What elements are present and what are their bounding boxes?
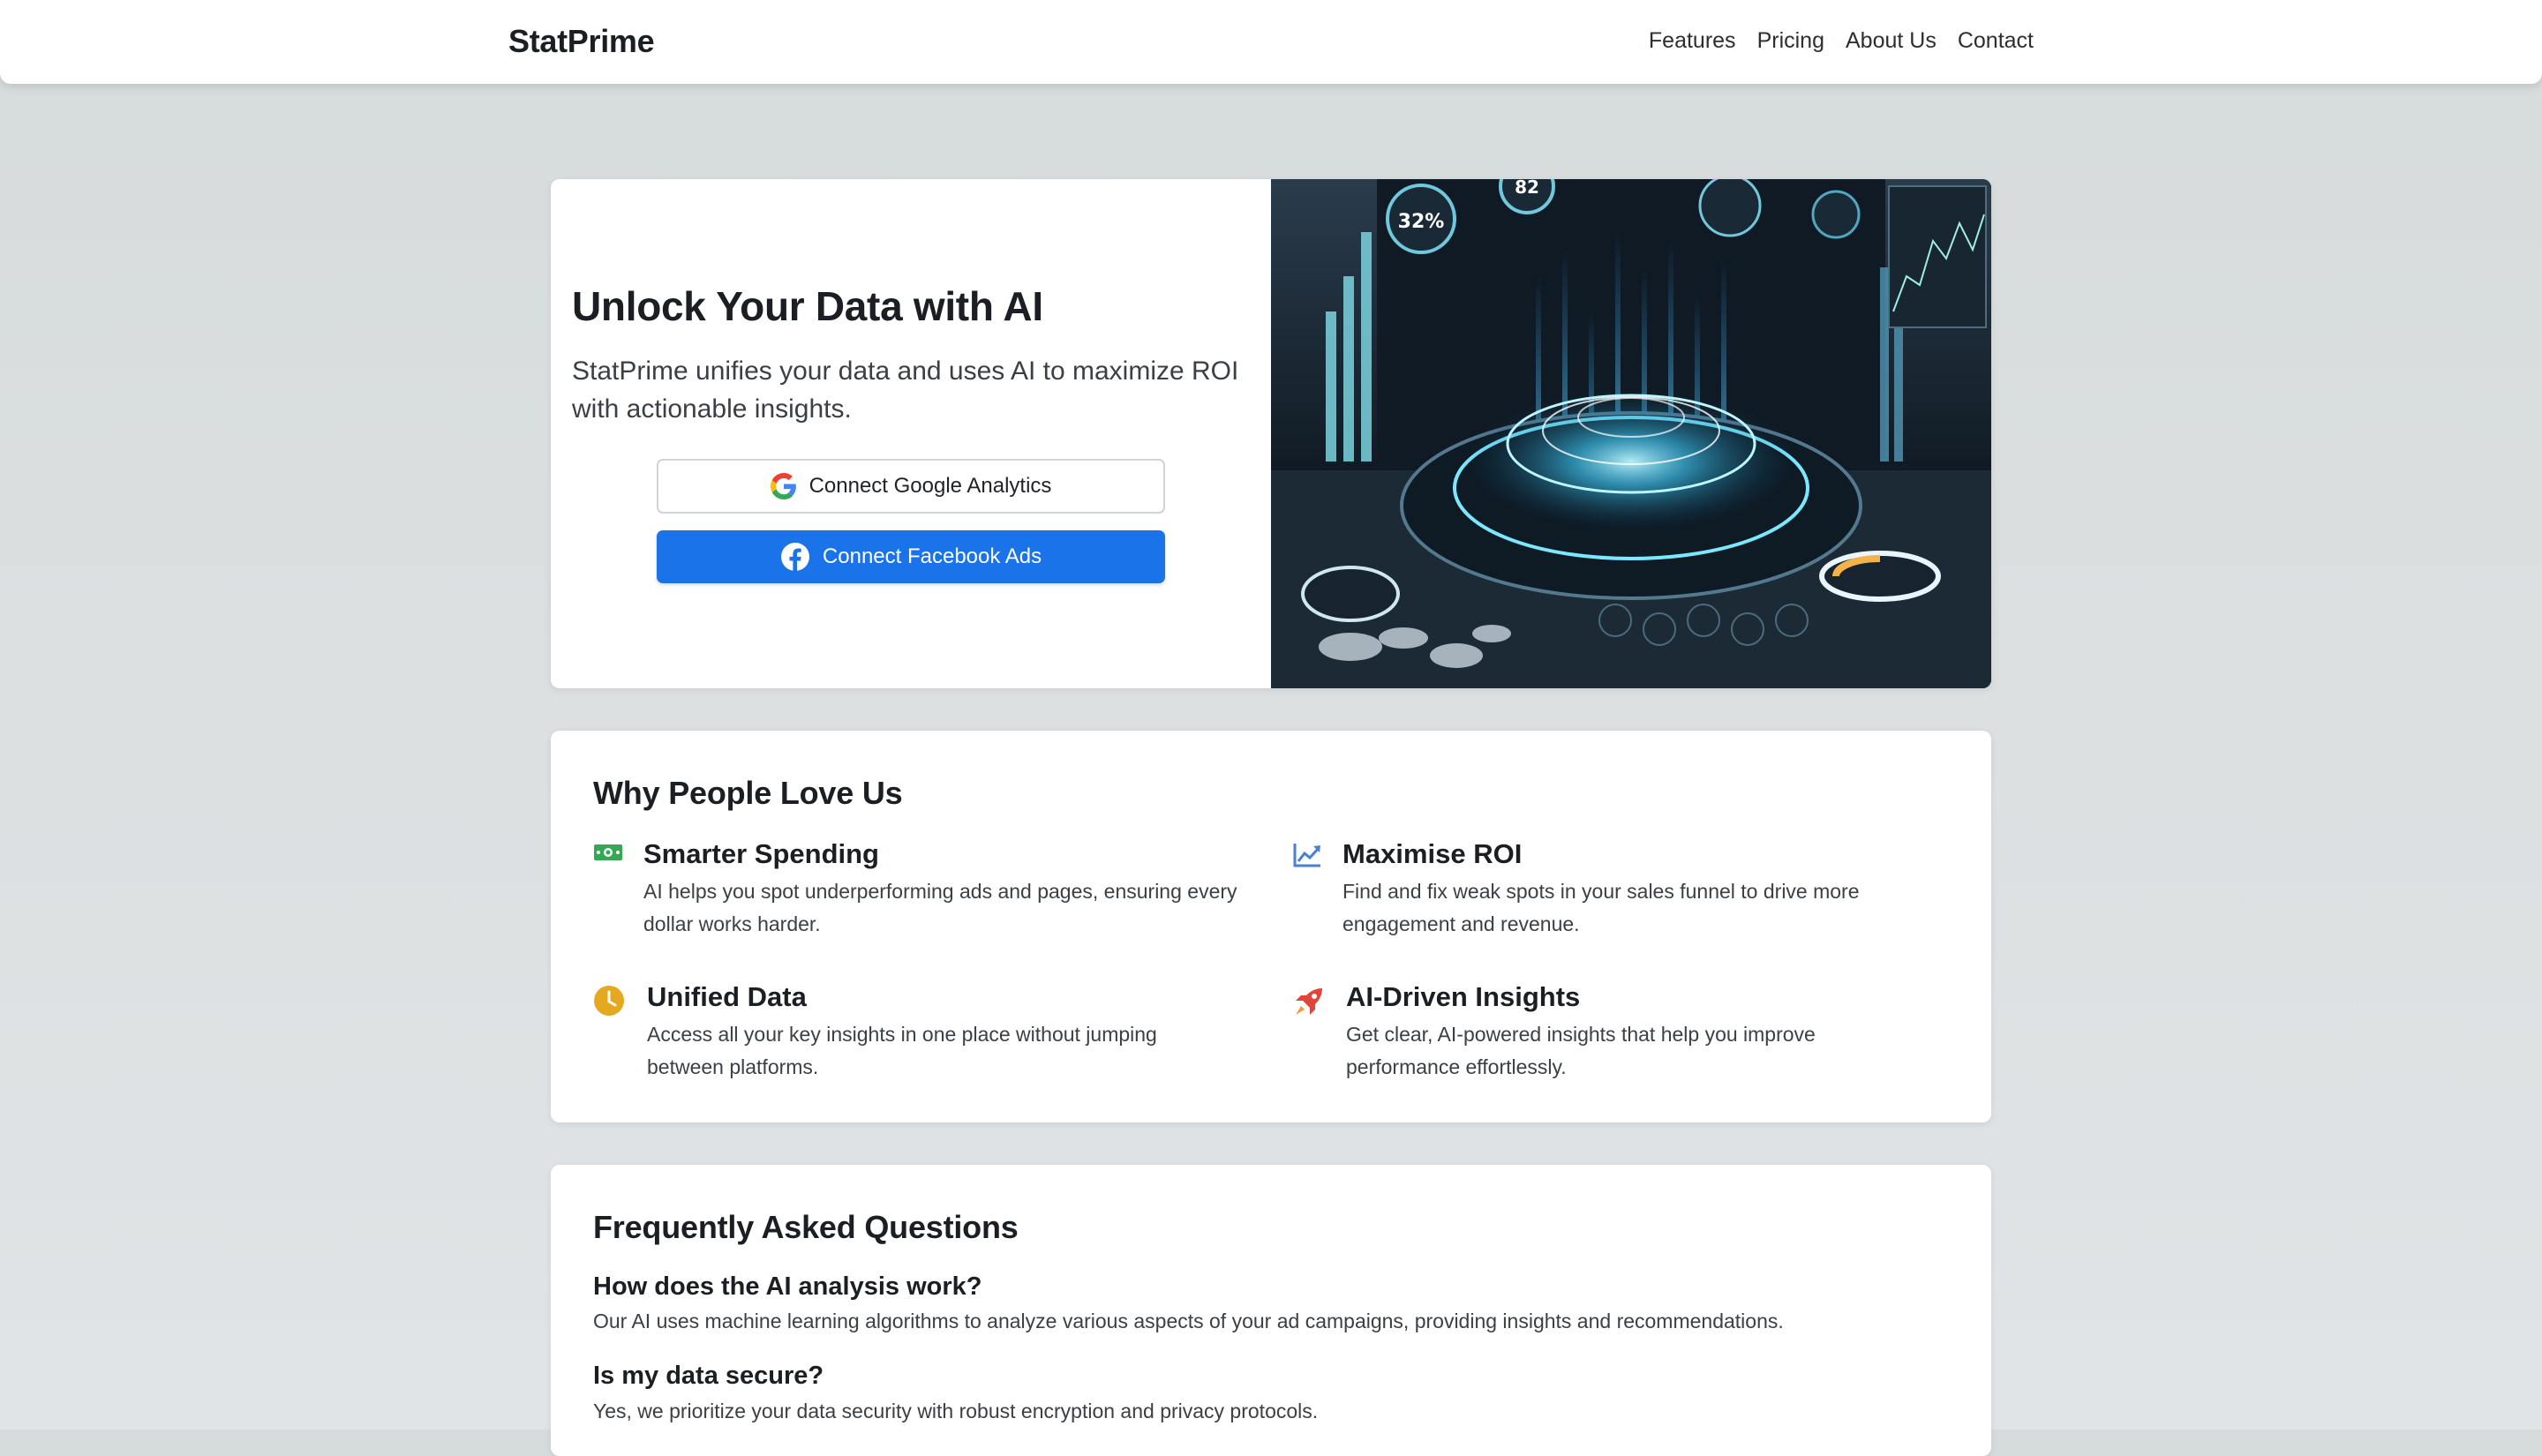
feature-description: Access all your key insights in one plac…: [647, 1023, 1157, 1078]
connect-google-analytics-button[interactable]: Connect Google Analytics: [657, 459, 1165, 514]
top-navbar: StatPrime Features Pricing About Us Cont…: [0, 0, 2542, 84]
faq-question[interactable]: How does the AI analysis work?: [593, 1272, 981, 1302]
nav-link-features[interactable]: Features: [1649, 28, 1736, 54]
google-icon: [770, 473, 797, 499]
faq-answer: Our AI uses machine learning algorithms …: [593, 1310, 1784, 1332]
faq-card: Frequently Asked Questions How does the …: [551, 1165, 1991, 1456]
features-title: Why People Love Us: [593, 775, 903, 811]
nav-link-about-us[interactable]: About Us: [1846, 28, 1937, 54]
gauge-label-2: 82: [1515, 179, 1539, 198]
rocket-icon: [1292, 985, 1326, 1023]
feature-description: AI helps you spot underperforming ads an…: [643, 880, 1237, 935]
nav-links: Features Pricing About Us Contact: [1649, 28, 2034, 54]
chart-line-icon: [1292, 842, 1322, 873]
hero-card: Unlock Your Data with AI StatPrime unifi…: [551, 179, 1991, 688]
feature-title: Unified Data: [647, 981, 807, 1012]
feature-description: Find and fix weak spots in your sales fu…: [1342, 880, 1860, 935]
faq-question[interactable]: Is my data secure?: [593, 1362, 824, 1391]
facebook-icon: [780, 542, 810, 572]
nav-link-pricing[interactable]: Pricing: [1757, 28, 1824, 54]
hero-text-panel: Unlock Your Data with AI StatPrime unifi…: [551, 179, 1271, 688]
feature-description: Get clear, AI-powered insights that help…: [1346, 1023, 1816, 1078]
faq-answer: Yes, we prioritize your data security wi…: [593, 1400, 1319, 1422]
clock-icon: [593, 985, 625, 1021]
faq-title: Frequently Asked Questions: [593, 1209, 1019, 1245]
hero-subtitle: StatPrime unifies your data and uses AI …: [572, 356, 1239, 424]
features-card: Why People Love Us Smarter Spending AI h…: [551, 731, 1991, 1122]
feature-title: Maximise ROI: [1342, 838, 1523, 869]
connect-facebook-ads-button[interactable]: Connect Facebook Ads: [657, 530, 1165, 583]
hero-title: Unlock Your Data with AI: [572, 283, 1043, 329]
ai-dashboard-illustration: 32% 82: [1271, 179, 1991, 688]
connect-facebook-ads-label: Connect Facebook Ads: [822, 544, 1042, 568]
feature-title: Smarter Spending: [643, 838, 879, 869]
hero-dashboard-image: 32% 82: [1271, 179, 1991, 688]
feature-title: AI-Driven Insights: [1346, 981, 1581, 1012]
nav-link-contact[interactable]: Contact: [1958, 28, 2034, 54]
connect-google-analytics-label: Connect Google Analytics: [808, 474, 1052, 498]
brand-logo[interactable]: StatPrime: [508, 23, 655, 60]
gauge-label-1: 32%: [1398, 211, 1445, 233]
money-icon: [593, 842, 623, 867]
